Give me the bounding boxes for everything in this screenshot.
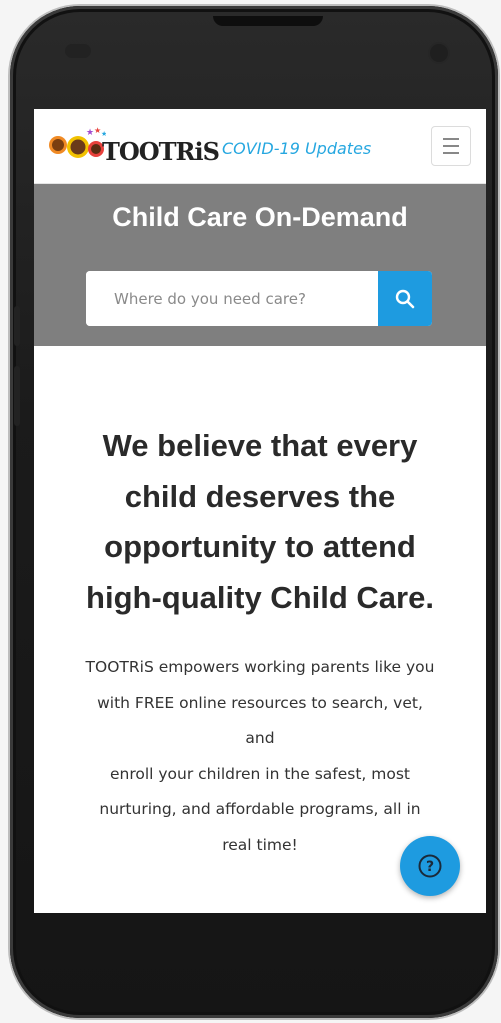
hero-banner: Child Care On-Demand xyxy=(34,184,486,346)
logo-text: TOOTRiS xyxy=(102,137,220,166)
description-line: and xyxy=(245,729,275,747)
headline-line: We believe that every xyxy=(102,428,418,463)
search-icon xyxy=(395,289,415,308)
mission-headline: We believe that every child deserves the… xyxy=(54,421,466,623)
search-button[interactable] xyxy=(378,271,432,326)
description-line: enroll your children in the safest, most xyxy=(109,764,411,783)
hamburger-menu-icon xyxy=(443,138,459,140)
front-camera xyxy=(430,44,448,62)
headline-line: high-quality Child Care. xyxy=(86,579,434,615)
hero-title: Child Care On-Demand xyxy=(112,202,408,232)
svg-text:★: ★ xyxy=(86,128,94,138)
description-line: nurturing, and affordable programs, all … xyxy=(99,800,421,818)
tootris-logo[interactable]: ★ ★ ★ TOOTRiS xyxy=(46,126,220,169)
location-search-input[interactable] xyxy=(86,271,376,326)
description-line: with FREE online resources to search, ve… xyxy=(97,693,423,712)
covid-updates-link[interactable]: COVID-19 Updates xyxy=(222,139,371,158)
speaker-grille xyxy=(213,16,323,26)
logo-graphic: ★ ★ ★ xyxy=(49,126,107,158)
phone-screen: ★ ★ ★ TOOTRiS COVID-19 Updates Child Car… xyxy=(34,109,486,913)
description-line: TOOTRiS empowers working parents like yo… xyxy=(85,658,435,676)
question-mark-icon: ? xyxy=(418,854,442,878)
mission-description: TOOTRiS empowers working parents like yo… xyxy=(54,650,466,863)
hamburger-menu-button[interactable] xyxy=(431,126,471,166)
site-header: ★ ★ ★ TOOTRiS COVID-19 Updates xyxy=(34,109,486,184)
sensor xyxy=(65,44,91,58)
side-button xyxy=(14,306,20,346)
help-button[interactable]: ? xyxy=(400,836,460,896)
headline-line: child deserves the xyxy=(124,478,396,514)
headline-line: opportunity to attend xyxy=(104,529,416,564)
side-button xyxy=(14,366,20,426)
search-bar xyxy=(86,271,432,326)
svg-text:?: ? xyxy=(426,859,434,875)
